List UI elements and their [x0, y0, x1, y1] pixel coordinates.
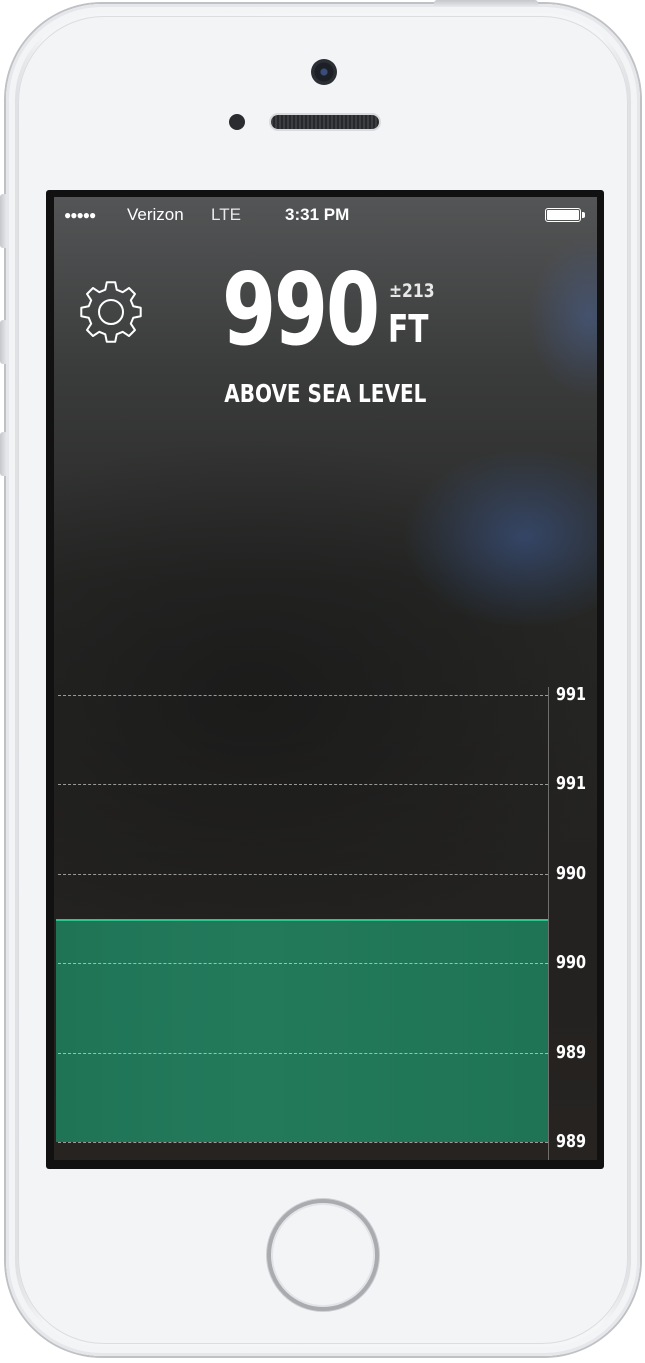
- battery-level: [547, 210, 579, 220]
- unit-label: FT: [388, 307, 429, 351]
- accuracy-label: ±213: [389, 280, 435, 302]
- sleep-button: [434, 0, 538, 6]
- network-type: LTE: [211, 205, 241, 224]
- status-bar: ●●●●● Verizon LTE 3:31 PM: [54, 197, 597, 233]
- chart-axis-line: [548, 687, 549, 1160]
- chart-tick-label: 990: [556, 952, 587, 974]
- chart-gridline: [58, 695, 548, 696]
- chart-gridline: [58, 1142, 548, 1143]
- battery-icon: [545, 208, 581, 222]
- app-screen: ●●●●● Verizon LTE 3:31 PM 990 ±213 FT AB…: [54, 197, 597, 1160]
- chart-gridline: [58, 963, 548, 965]
- chart-tick-label: 990: [556, 862, 587, 884]
- altitude-readout: 990 ±213 FT: [222, 255, 462, 375]
- mute-switch: [0, 194, 6, 248]
- chart-gridline: [58, 873, 548, 875]
- altitude-chart: 991 991 990 990 989 989: [54, 684, 597, 1160]
- signal-strength-icon: ●●●●●: [64, 208, 96, 222]
- chart-gridline: [58, 784, 548, 786]
- volume-up-button: [0, 320, 6, 364]
- chart-tick-label: 989: [556, 1041, 587, 1063]
- home-button[interactable]: [267, 1199, 379, 1311]
- earpiece-speaker: [271, 115, 379, 129]
- carrier-label: Verizon: [127, 205, 184, 224]
- altitude-fill-area: [56, 918, 548, 1142]
- proximity-sensor: [229, 114, 245, 130]
- chart-tick-label: 991: [556, 773, 587, 795]
- gear-icon[interactable]: [76, 277, 146, 347]
- status-time: 3:31 PM: [285, 205, 350, 224]
- chart-tick-label: 991: [556, 684, 587, 705]
- chart-tick-label: 989: [556, 1131, 587, 1152]
- battery-tip: [582, 212, 585, 218]
- altitude-value: 990: [222, 251, 380, 368]
- chart-gridline: [58, 1052, 548, 1054]
- front-camera: [311, 59, 337, 85]
- volume-down-button: [0, 432, 6, 476]
- caption-text: ABOVE SEA LEVEL: [224, 379, 427, 408]
- altitude-caption: ABOVE SEA LEVEL: [54, 379, 597, 408]
